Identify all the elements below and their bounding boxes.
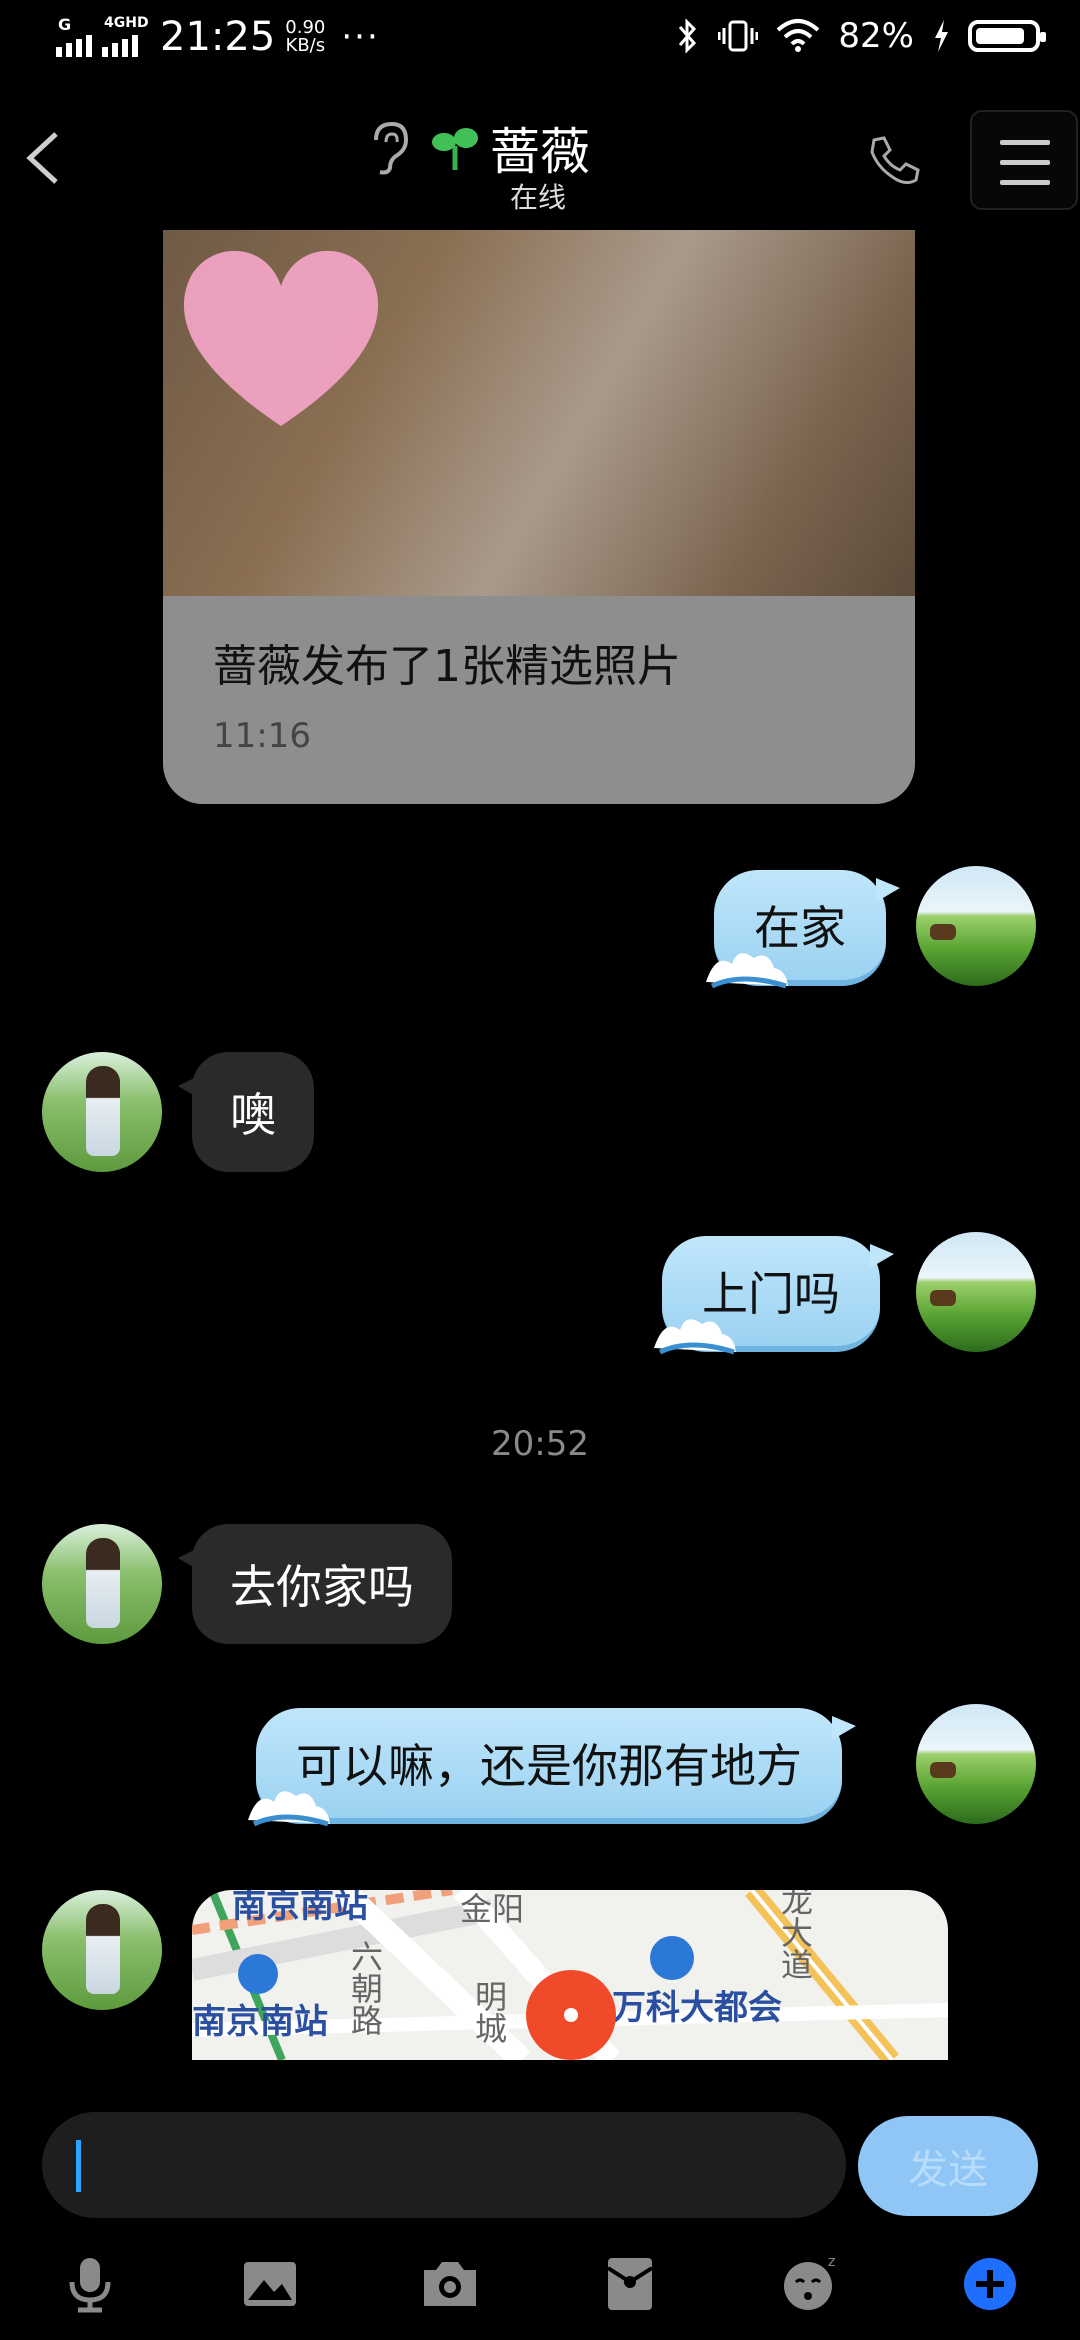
message-bubble-received[interactable]: 去你家吗 [178, 1524, 452, 1644]
signal-bar [102, 47, 108, 57]
contact-avatar[interactable] [42, 1052, 162, 1172]
input-toolbar: z [0, 2236, 1080, 2326]
more-notifications-icon: ··· [341, 17, 380, 57]
location-map-card[interactable]: 南京南站 南京南站 万科大都会 六朝路 明城 金阳 龙大道 [192, 1890, 948, 2060]
message-bubble-received[interactable]: 噢 [178, 1052, 314, 1172]
wave-decoration-icon [706, 953, 788, 989]
chat-message-list[interactable]: 蔷薇发布了1张精选照片 11:16 在家 噢 上门吗 20:52 去你家吗 可以… [0, 230, 1080, 2060]
status-right: 82% [676, 16, 1046, 56]
camera-icon[interactable] [418, 2252, 482, 2316]
status-left: G 4GHD 21:25 0.90 KB/s ··· [56, 14, 380, 60]
my-avatar[interactable] [916, 1232, 1036, 1352]
message-bubble-sent[interactable]: 可以嘛，还是你那有地方 [248, 1708, 856, 1827]
map-road-label: 龙大道 [776, 1890, 814, 1980]
signal-bar [122, 39, 128, 57]
svg-text:z: z [828, 2254, 835, 2270]
chat-header: 蔷薇 在线 [0, 90, 1080, 230]
message-input[interactable] [92, 2132, 816, 2200]
contact-avatar[interactable] [42, 1524, 162, 1644]
cow-figure [930, 924, 956, 940]
battery-icon [968, 20, 1046, 52]
time-divider: 20:52 [491, 1424, 589, 1464]
network-type-label: G [58, 15, 72, 34]
signal-bar [66, 43, 72, 57]
share-card-text: 蔷薇发布了1张精选照片 [213, 641, 681, 692]
photo-share-card[interactable]: 蔷薇发布了1张精选照片 11:16 [163, 230, 915, 804]
cow-figure [930, 1290, 956, 1306]
map-label-top: 南京南站 [232, 1890, 368, 1926]
girl-figure [86, 1904, 120, 1994]
red-packet-icon[interactable] [598, 2252, 662, 2316]
status-time: 21:25 [160, 14, 276, 60]
location-pin-icon [526, 1970, 616, 2060]
plus-icon[interactable] [958, 2252, 1022, 2316]
wave-decoration-icon [654, 1319, 736, 1355]
emoji-icon[interactable]: z [778, 2252, 842, 2316]
message-text: 可以嘛，还是你那有地方 [296, 1739, 802, 1793]
back-icon[interactable] [18, 128, 68, 188]
my-avatar[interactable] [916, 1704, 1036, 1824]
message-bubble-sent[interactable]: 上门吗 [654, 1236, 894, 1355]
menu-button[interactable] [970, 110, 1078, 210]
contact-name[interactable]: 蔷薇 [490, 112, 590, 184]
message-bubble-sent[interactable]: 在家 [706, 870, 900, 989]
building-icon [650, 1936, 694, 1980]
signal-bar [56, 47, 62, 57]
phone-call-icon[interactable] [866, 134, 920, 188]
map-label-mall: 万科大都会 [612, 1988, 782, 2028]
sprout-icon [432, 128, 478, 170]
shared-photo[interactable] [163, 230, 915, 596]
message-text: 去你家吗 [230, 1560, 414, 1614]
wave-decoration-icon [248, 1791, 330, 1827]
battery-percent: 82% [838, 16, 914, 56]
menu-line [1000, 140, 1050, 145]
voice-icon[interactable] [58, 2252, 122, 2316]
status-bar: G 4GHD 21:25 0.90 KB/s ··· 82% [0, 0, 1080, 80]
signal-2-icon: 4GHD [102, 15, 149, 57]
cow-figure [930, 1762, 956, 1778]
signal-1-icon: G [56, 15, 92, 57]
wifi-icon [777, 19, 820, 52]
menu-line [1000, 160, 1050, 165]
train-station-icon [238, 1954, 278, 1994]
image-icon[interactable] [238, 2252, 302, 2316]
girl-figure [86, 1538, 120, 1628]
text-cursor [76, 2140, 81, 2192]
message-text: 噢 [230, 1088, 276, 1142]
signal-bar [112, 43, 118, 57]
menu-line [1000, 180, 1050, 185]
speed-unit: KB/s [285, 35, 326, 56]
map-road-label: 明城 [470, 1980, 508, 2044]
network-speed: 0.90 KB/s [285, 19, 325, 55]
contact-avatar[interactable] [42, 1890, 162, 2010]
my-avatar[interactable] [916, 866, 1036, 986]
network-4g-label: 4GHD [104, 15, 149, 31]
girl-figure [86, 1066, 120, 1156]
charging-icon [935, 20, 948, 52]
send-button[interactable]: 发送 [858, 2116, 1038, 2216]
vibrate-icon [718, 20, 759, 52]
message-input-field[interactable] [42, 2112, 846, 2218]
map-road-label: 六朝路 [346, 1940, 384, 2036]
earpiece-mode-icon[interactable] [364, 120, 412, 176]
signal-bar [86, 35, 92, 57]
map-label-station: 南京南站 [192, 2002, 328, 2042]
map-road-label: 金阳 [460, 1890, 525, 1928]
contact-online-status: 在线 [510, 181, 567, 214]
bluetooth-icon [679, 18, 697, 54]
heart-sticker-icon [183, 250, 379, 426]
signal-bar [76, 39, 82, 57]
signal-bar [132, 35, 138, 57]
share-card-time: 11:16 [213, 716, 311, 756]
battery-fill [976, 28, 1024, 44]
